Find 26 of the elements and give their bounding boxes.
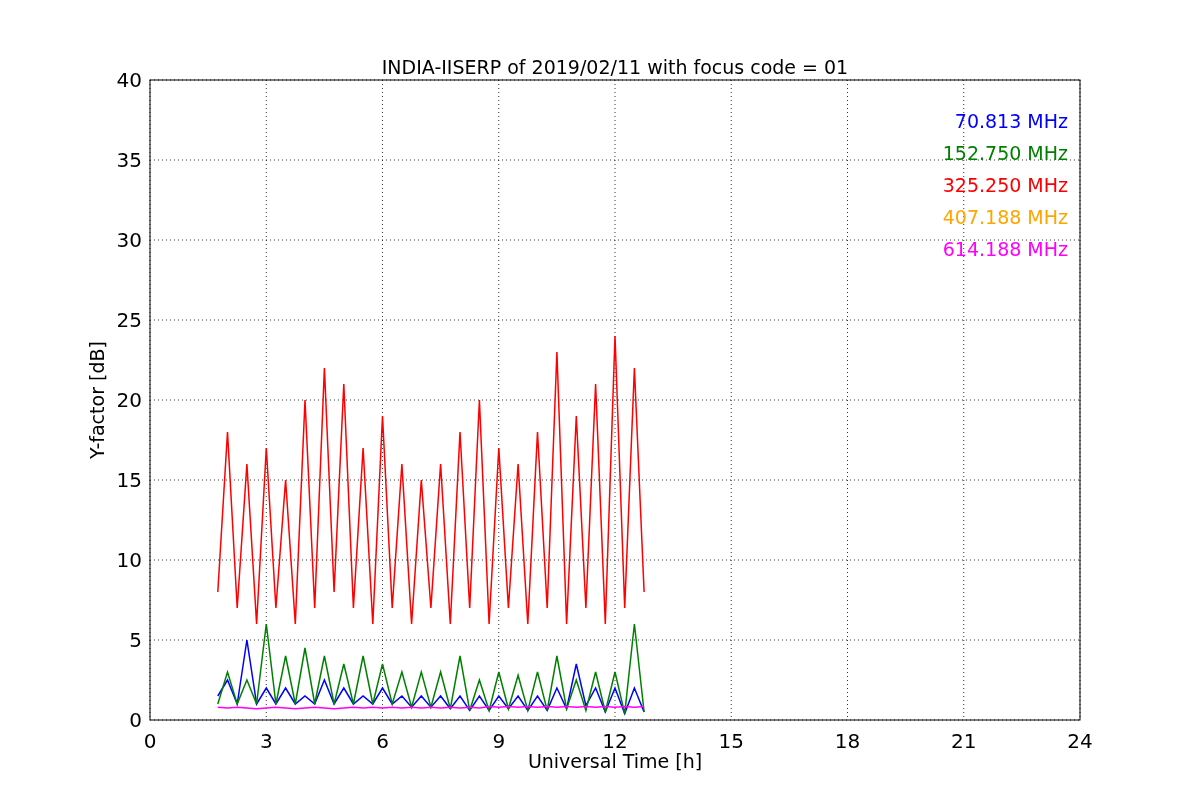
x-tick-label: 9 — [492, 729, 506, 753]
y-tick-label: 30 — [116, 228, 142, 252]
y-tick-label: 25 — [116, 308, 142, 332]
legend-label: 614.188 MHz — [942, 238, 1068, 260]
legend-label: 70.813 MHz — [954, 110, 1068, 132]
y-tick-label: 0 — [129, 708, 142, 732]
x-tick-label: 21 — [951, 729, 977, 753]
y-tick-label: 10 — [116, 548, 142, 572]
y-tick-label: 40 — [116, 68, 142, 92]
x-tick-label: 18 — [834, 729, 861, 753]
legend-label: 325.250 MHz — [942, 174, 1068, 196]
x-tick-label: 0 — [143, 729, 157, 753]
y-axis-label: Y-factor [dB] — [86, 341, 108, 459]
x-tick-label: 12 — [602, 729, 628, 753]
legend-label: 152.750 MHz — [942, 142, 1068, 164]
y-tick-label: 35 — [116, 148, 142, 172]
x-tick-label: 3 — [259, 729, 273, 753]
y-tick-label: 20 — [116, 388, 142, 412]
x-tick-label: 24 — [1067, 729, 1093, 753]
y-tick-label: 15 — [116, 468, 142, 492]
x-axis-label: Universal Time [h] — [527, 750, 703, 772]
x-tick-label: 6 — [376, 729, 389, 753]
chart-title: INDIA-IISERP of 2019/02/11 with focus code = 01 — [381, 56, 849, 78]
legend-label: 407.188 MHz — [942, 206, 1068, 228]
y-tick-label: 5 — [129, 628, 142, 652]
x-tick-label: 15 — [718, 729, 744, 753]
